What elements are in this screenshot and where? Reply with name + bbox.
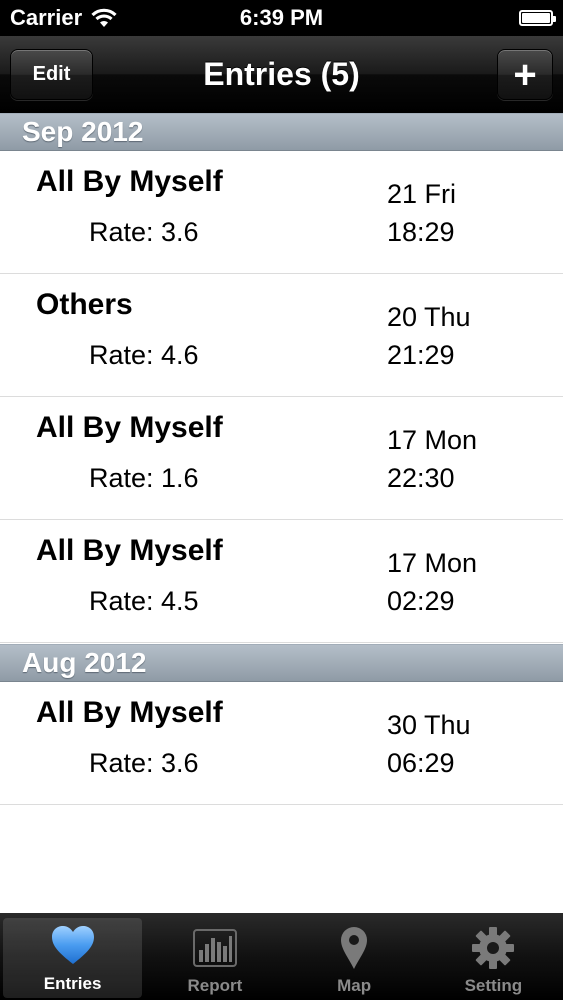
entry-rate: Rate: 3.6 (89, 217, 199, 247)
entry-row[interactable]: All By Myself Rate: 4.5 17 Mon 02:29 (0, 520, 563, 643)
entry-date: 21 Fri (387, 179, 457, 209)
entry-rate: Rate: 3.6 (89, 748, 199, 778)
entry-rate: Rate: 4.5 (89, 586, 199, 616)
entry-title: All By Myself (36, 534, 223, 567)
tab-label: Map (337, 976, 372, 995)
entry-time: 21:29 (387, 340, 455, 370)
section-header: Sep 2012 (0, 113, 563, 151)
status-bar: Carrier 6:39 PM (0, 0, 563, 36)
carrier-label: Carrier (10, 5, 83, 30)
entry-row[interactable]: All By Myself Rate: 1.6 17 Mon 22:30 (0, 397, 563, 520)
heart-icon (51, 926, 94, 964)
add-entry-button[interactable]: + (497, 49, 553, 100)
entry-row[interactable]: All By Myself Rate: 3.6 21 Fri 18:29 (0, 151, 563, 274)
tab-report[interactable]: Report (145, 913, 284, 1000)
navigation-bar: Entries (5) Edit + (0, 36, 563, 113)
entry-time: 06:29 (387, 748, 455, 778)
section-header: Aug 2012 (0, 644, 563, 682)
entry-date: 30 Thu (387, 710, 471, 740)
entry-title: Others (36, 288, 133, 321)
tab-label: Setting (464, 976, 523, 995)
tab-label: Entries (43, 974, 102, 993)
entry-date: 17 Mon (387, 425, 478, 455)
entry-date: 20 Thu (387, 302, 471, 332)
battery-icon (519, 10, 556, 26)
entry-time: 18:29 (387, 217, 455, 247)
entry-rate: Rate: 1.6 (89, 463, 199, 493)
entry-row[interactable]: Others Rate: 4.6 20 Thu 21:29 (0, 274, 563, 397)
bar-chart-icon (192, 929, 237, 967)
edit-button[interactable]: Edit (10, 49, 93, 100)
entry-date: 17 Mon (387, 548, 478, 578)
tab-map[interactable]: Map (285, 913, 424, 1000)
tab-entries[interactable]: Entries (3, 918, 143, 998)
entry-row[interactable]: All By Myself Rate: 3.6 30 Thu 06:29 (0, 682, 563, 805)
entry-rate: Rate: 4.6 (89, 340, 199, 370)
entry-title: All By Myself (36, 696, 223, 729)
map-pin-icon (341, 927, 368, 969)
wifi-icon (91, 8, 117, 27)
tab-bar: Entries Report Map Setting (0, 913, 563, 1000)
entry-title: All By Myself (36, 411, 223, 444)
entry-time: 22:30 (387, 463, 455, 493)
gear-icon (472, 927, 515, 969)
entry-title: All By Myself (36, 165, 223, 198)
tab-label: Report (187, 976, 243, 995)
tab-setting[interactable]: Setting (424, 913, 563, 1000)
entry-time: 02:29 (387, 586, 455, 616)
